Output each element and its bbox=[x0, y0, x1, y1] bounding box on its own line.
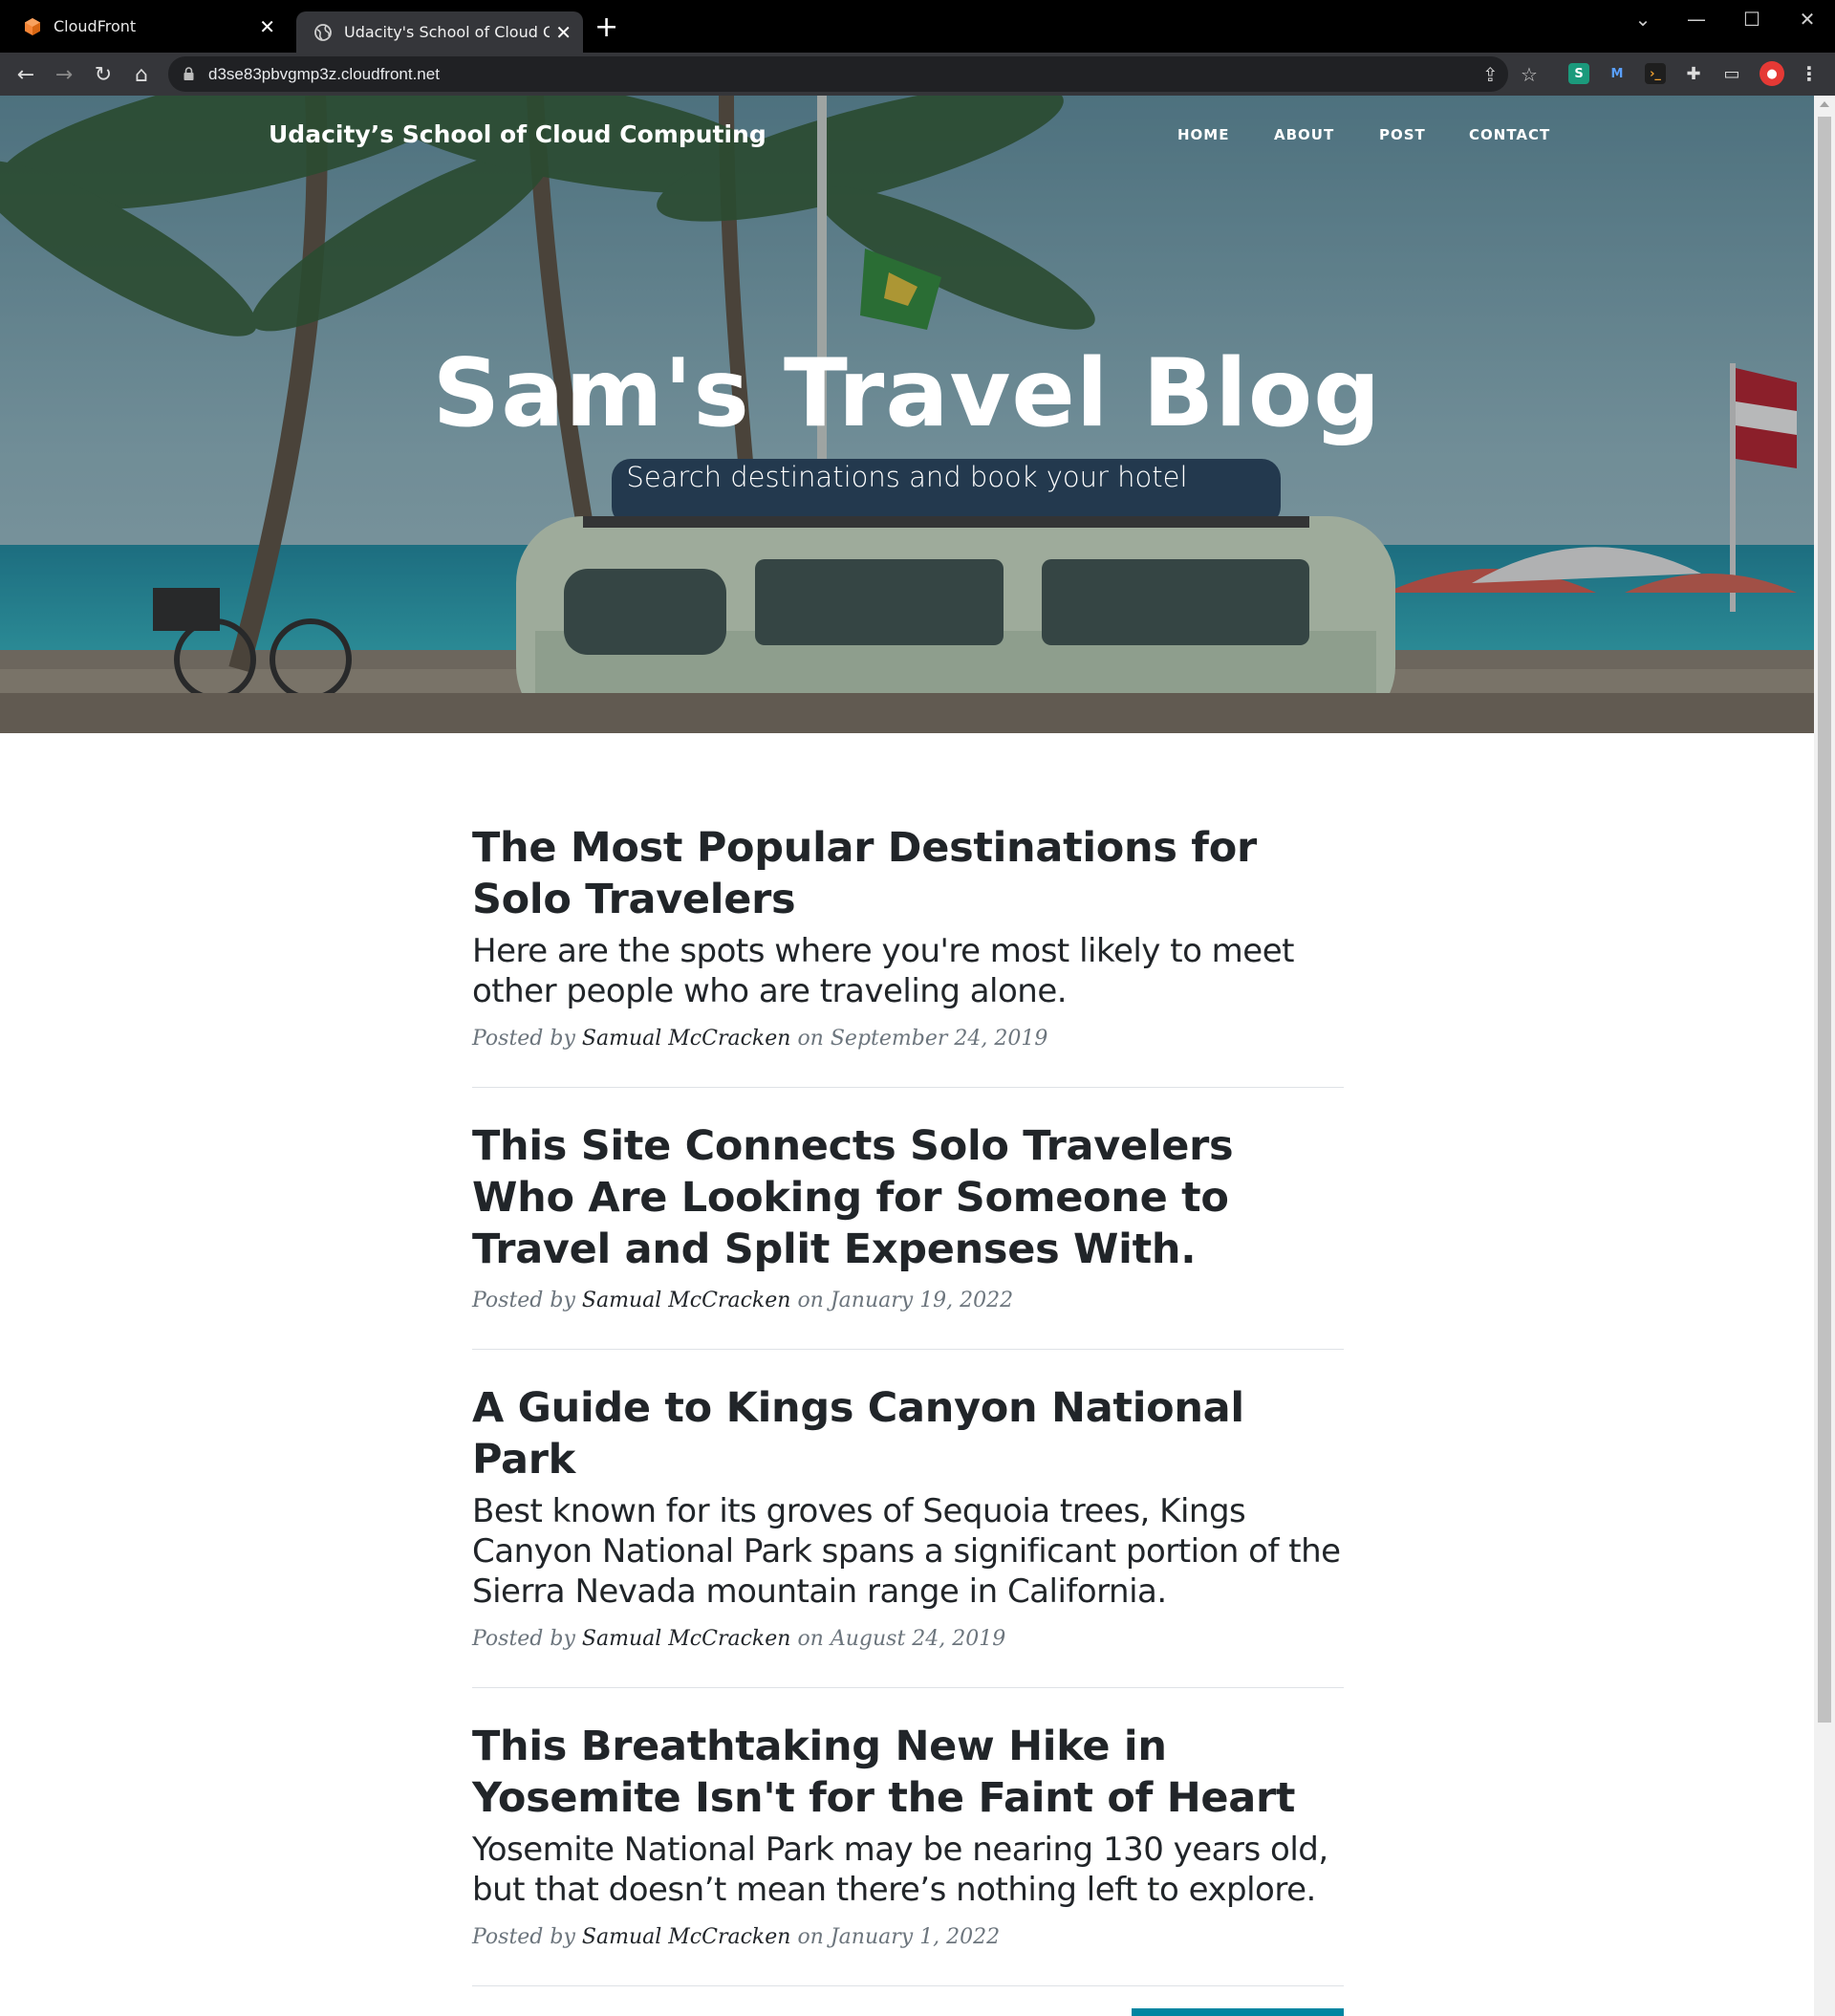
minimize-icon[interactable]: — bbox=[1669, 0, 1724, 38]
post-meta: Posted by Samual McCracken on January 19… bbox=[472, 1289, 1344, 1312]
post-date: January 19, 2022 bbox=[830, 1289, 1014, 1312]
hero-title: Sam's Travel Blog bbox=[432, 339, 1382, 448]
post-author[interactable]: Samual McCracken bbox=[582, 1627, 791, 1651]
on-label: on bbox=[797, 1289, 824, 1312]
extension-terminal-icon[interactable]: ›_ bbox=[1645, 63, 1666, 84]
new-tab-icon[interactable]: + bbox=[594, 13, 618, 42]
scroll-up-arrow-icon[interactable] bbox=[1820, 101, 1829, 107]
hero-subtitle: Search destinations and book your hotel bbox=[626, 461, 1188, 493]
hero-header: Udacity’s School of Cloud Computing HOME… bbox=[0, 96, 1814, 733]
extension-m-icon[interactable]: M bbox=[1607, 63, 1628, 84]
reload-icon[interactable]: ↻ bbox=[89, 60, 118, 89]
scrollbar-thumb[interactable] bbox=[1818, 117, 1831, 1723]
close-tab-icon[interactable]: ✕ bbox=[555, 21, 572, 44]
post-subtitle[interactable]: Best known for its groves of Sequoia tre… bbox=[472, 1491, 1344, 1612]
post-title[interactable]: The Most Popular Destinations for Solo T… bbox=[472, 822, 1344, 925]
post-subtitle[interactable]: Yosemite National Park may be nearing 13… bbox=[472, 1830, 1344, 1910]
post-author[interactable]: Samual McCracken bbox=[582, 1289, 791, 1312]
maximize-icon[interactable]: ☐ bbox=[1724, 0, 1780, 38]
post-preview[interactable]: The Most Popular Destinations for Solo T… bbox=[472, 822, 1344, 1051]
back-arrow-icon[interactable]: ← bbox=[11, 60, 40, 89]
post-date: January 1, 2022 bbox=[830, 1925, 1001, 1949]
tab-search-icon[interactable]: ⌄ bbox=[1615, 0, 1671, 38]
aws-cube-icon bbox=[25, 17, 40, 35]
on-label: on bbox=[797, 1925, 824, 1949]
post-author[interactable]: Samual McCracken bbox=[582, 1027, 791, 1051]
bookmark-star-icon[interactable]: ☆ bbox=[1521, 63, 1538, 86]
close-window-icon[interactable]: ✕ bbox=[1780, 0, 1835, 38]
address-bar[interactable]: d3se83pbvgmp3z.cloudfront.net ⇪ ☆ bbox=[168, 56, 1538, 92]
nav-about[interactable]: ABOUT bbox=[1274, 126, 1334, 143]
globe-icon bbox=[314, 23, 332, 41]
post-preview[interactable]: This Breathtaking New Hike in Yosemite I… bbox=[472, 1721, 1344, 1949]
posted-by-label: Posted by bbox=[472, 1925, 575, 1949]
post-list: The Most Popular Destinations for Solo T… bbox=[472, 822, 1344, 2016]
post-preview[interactable]: This Site Connects Solo Travelers Who Ar… bbox=[472, 1120, 1344, 1312]
post-title[interactable]: This Breathtaking New Hike in Yosemite I… bbox=[472, 1721, 1344, 1824]
extension-s-icon[interactable]: S bbox=[1568, 63, 1589, 84]
menu-kebab-icon[interactable]: ⋮ bbox=[1799, 62, 1820, 85]
post-meta: Posted by Samual McCracken on September … bbox=[472, 1027, 1344, 1051]
posted-by-label: Posted by bbox=[472, 1627, 575, 1651]
on-label: on bbox=[797, 1027, 824, 1051]
tab-title: Udacity's School of Cloud Computing bbox=[344, 23, 550, 41]
post-meta: Posted by Samual McCracken on August 24,… bbox=[472, 1627, 1344, 1651]
posted-by-label: Posted by bbox=[472, 1027, 575, 1051]
post-date: August 24, 2019 bbox=[830, 1627, 1006, 1651]
post-preview[interactable]: A Guide to Kings Canyon National Park Be… bbox=[472, 1382, 1344, 1651]
url-text: d3se83pbvgmp3z.cloudfront.net bbox=[208, 65, 440, 83]
tab-title: CloudFront bbox=[54, 17, 137, 35]
posted-by-label: Posted by bbox=[472, 1289, 575, 1312]
post-meta: Posted by Samual McCracken on January 1,… bbox=[472, 1925, 1344, 1949]
older-posts-button[interactable] bbox=[1132, 2008, 1344, 2016]
browser-toolbar: ← → ↻ ⌂ d3se83pbvgmp3z.cloudfront.net ⇪ … bbox=[0, 53, 1835, 96]
post-author[interactable]: Samual McCracken bbox=[582, 1925, 791, 1949]
tab-udacity[interactable]: Udacity's School of Cloud Computing ✕ bbox=[296, 11, 583, 53]
nav-post[interactable]: POST bbox=[1379, 126, 1426, 143]
forward-arrow-icon[interactable]: → bbox=[50, 60, 78, 89]
lock-icon bbox=[184, 67, 194, 80]
on-label: on bbox=[797, 1627, 824, 1651]
home-icon[interactable]: ⌂ bbox=[127, 60, 156, 89]
post-divider bbox=[472, 1985, 1344, 1986]
profile-avatar-icon[interactable]: ● bbox=[1759, 61, 1784, 86]
cast-icon[interactable]: ▭ bbox=[1721, 63, 1742, 84]
close-tab-icon[interactable]: ✕ bbox=[259, 15, 275, 38]
tab-cloudfront[interactable]: CloudFront ✕ bbox=[0, 0, 294, 53]
site-brand[interactable]: Udacity’s School of Cloud Computing bbox=[269, 120, 766, 148]
post-title[interactable]: This Site Connects Solo Travelers Who Ar… bbox=[472, 1120, 1344, 1275]
post-subtitle[interactable]: Here are the spots where you're most lik… bbox=[472, 931, 1344, 1011]
tab-strip: CloudFront ✕ Udacity's School of Cloud C… bbox=[0, 0, 1835, 53]
nav-contact[interactable]: CONTACT bbox=[1469, 126, 1550, 143]
post-divider bbox=[472, 1087, 1344, 1088]
page-scrollbar[interactable] bbox=[1814, 96, 1835, 2016]
post-date: September 24, 2019 bbox=[830, 1027, 1048, 1051]
post-title[interactable]: A Guide to Kings Canyon National Park bbox=[472, 1382, 1344, 1485]
post-divider bbox=[472, 1687, 1344, 1688]
post-divider bbox=[472, 1349, 1344, 1350]
share-icon[interactable]: ⇪ bbox=[1482, 63, 1499, 86]
nav-home[interactable]: HOME bbox=[1177, 126, 1229, 143]
extensions-puzzle-icon[interactable]: ✚ bbox=[1683, 63, 1704, 84]
